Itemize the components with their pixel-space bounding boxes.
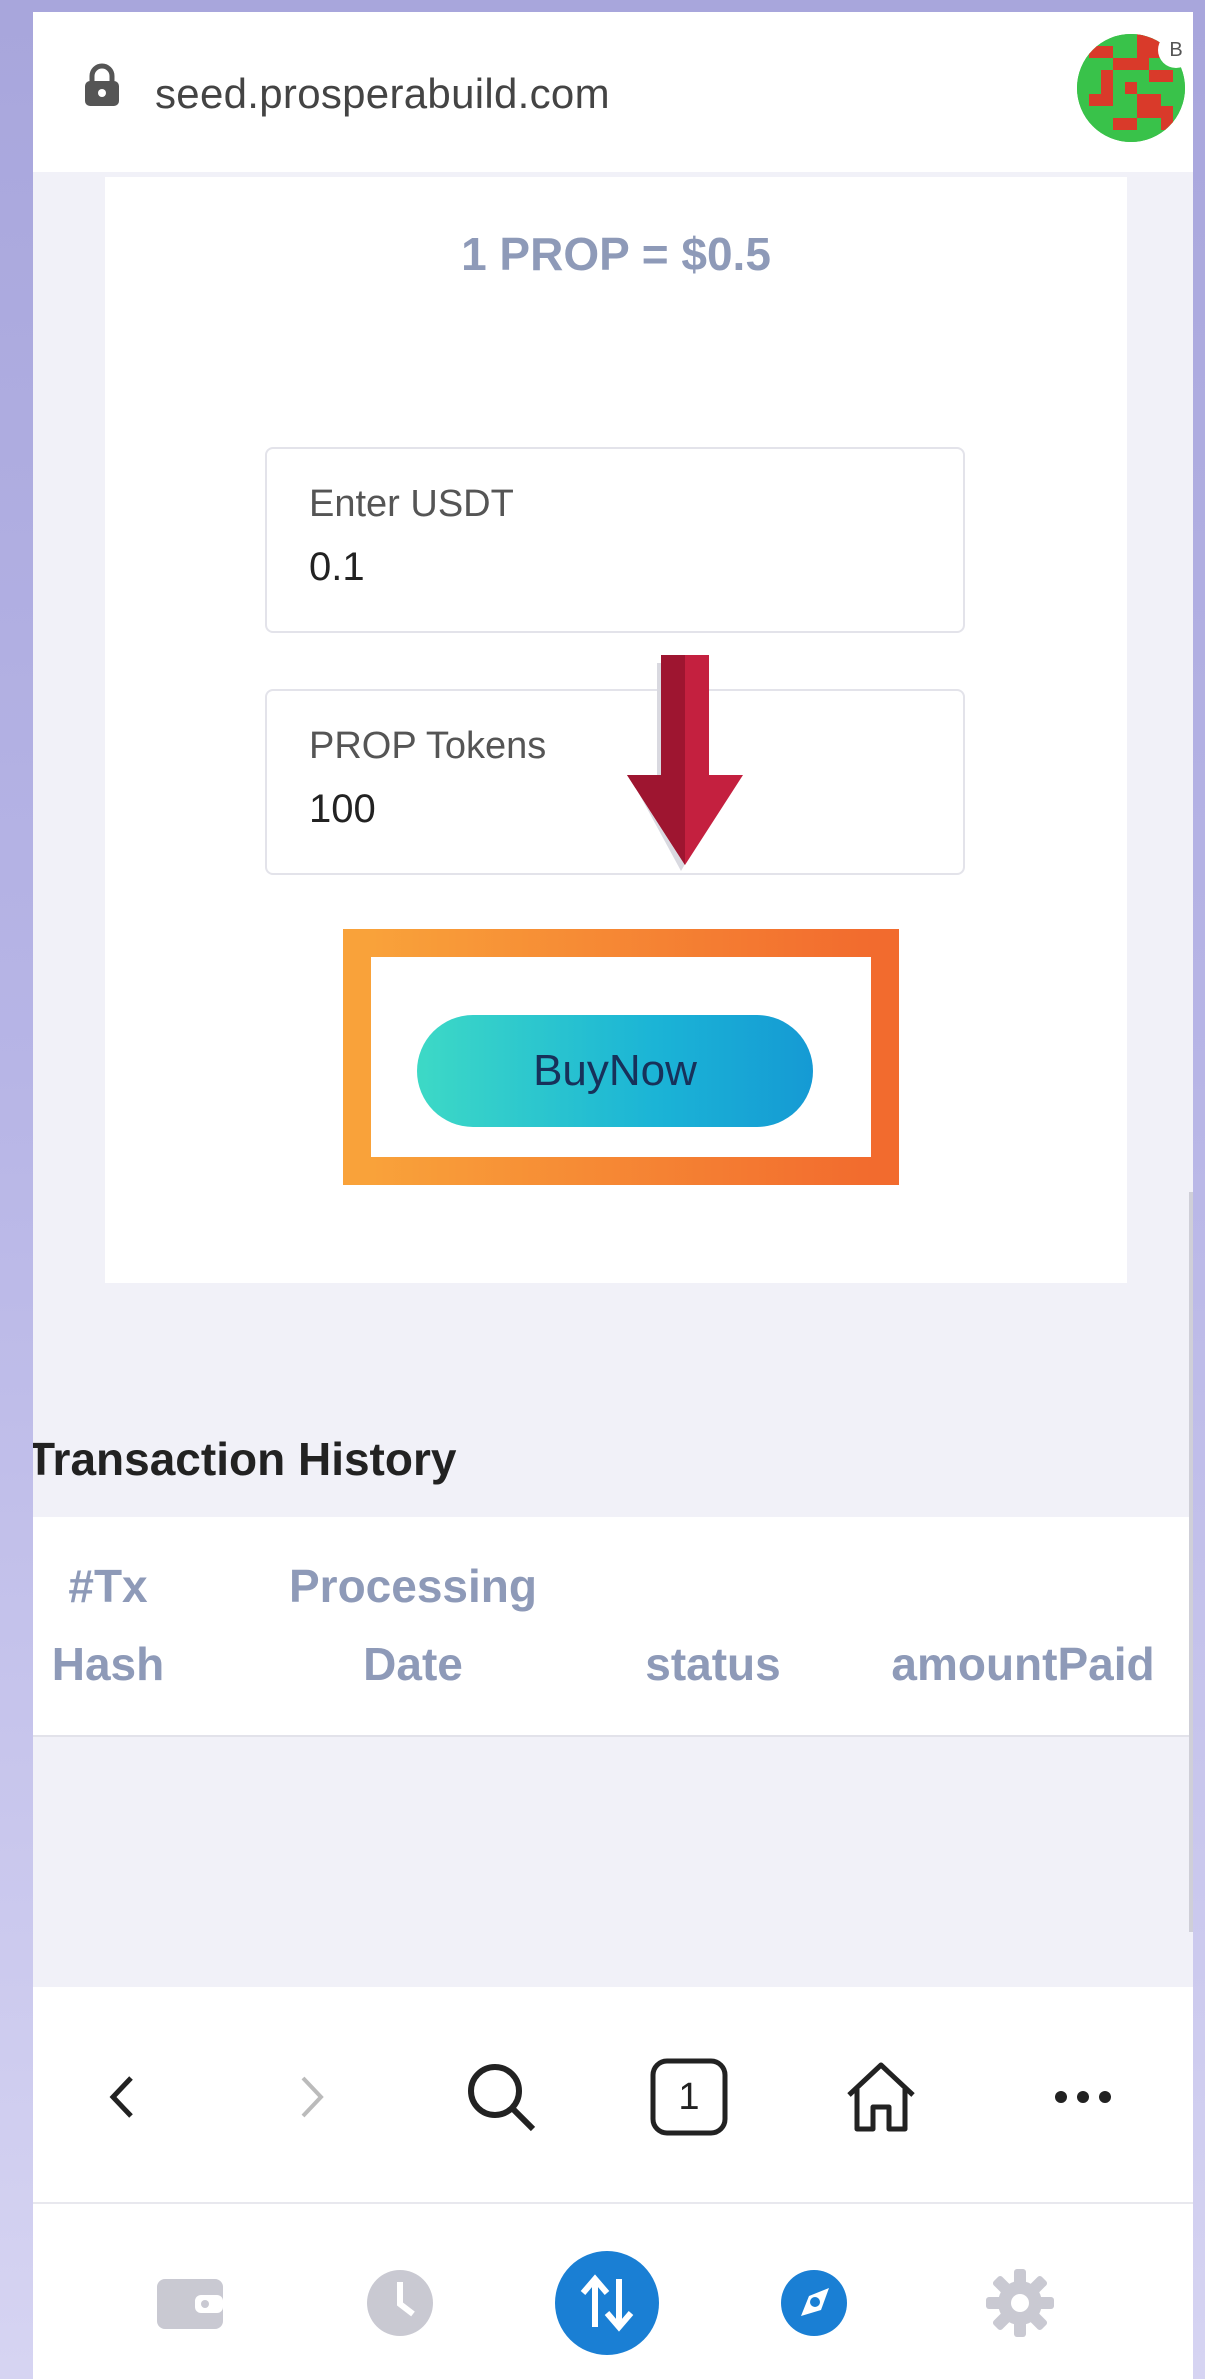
wallet-icon <box>157 2279 223 2329</box>
search-button[interactable] <box>451 2047 551 2147</box>
usdt-input-field[interactable]: Enter USDT 0.1 <box>265 447 965 633</box>
forward-button[interactable] <box>261 2047 361 2147</box>
tab-swap[interactable] <box>552 2248 662 2358</box>
transaction-table: #Tx Hash Processing Date status amountPa… <box>33 1517 1193 1737</box>
avatar-badge: B <box>1158 32 1193 68</box>
down-arrow-icon <box>627 655 743 871</box>
browser-url-bar[interactable]: seed.prosperabuild.com B <box>33 12 1193 172</box>
lock-icon <box>85 63 119 106</box>
tab-settings[interactable] <box>965 2248 1075 2358</box>
vertical-scrollbar[interactable] <box>1189 1192 1193 1932</box>
forward-icon <box>301 2076 324 2118</box>
settings-icon <box>986 2269 1054 2337</box>
home-icon <box>847 2062 915 2132</box>
history-icon <box>367 2270 433 2336</box>
more-icon <box>1055 2091 1111 2103</box>
back-icon <box>109 2076 133 2118</box>
column-tx-hash: #Tx Hash <box>51 1560 165 1690</box>
discover-icon <box>781 2270 847 2336</box>
column-amount-paid: amountPaid <box>891 1638 1155 1690</box>
prop-field-label: PROP Tokens <box>309 725 547 767</box>
phone-screen: seed.prosperabuild.com B 1 PROP = $0.5 E… <box>33 12 1193 2379</box>
usdt-field-value[interactable]: 0.1 <box>309 545 365 590</box>
usdt-field-label: Enter USDT <box>309 483 514 525</box>
url-text[interactable]: seed.prosperabuild.com <box>155 70 610 118</box>
column-status: status <box>645 1638 781 1690</box>
prop-tokens-field[interactable]: PROP Tokens 100 <box>265 689 965 875</box>
search-icon <box>468 2064 536 2132</box>
exchange-rate: 1 PROP = $0.5 <box>461 228 771 280</box>
prop-field-value[interactable]: 100 <box>309 787 376 832</box>
tab-history[interactable] <box>345 2248 455 2358</box>
wallet-tab-bar <box>33 2204 1193 2379</box>
home-button[interactable] <box>831 2047 931 2147</box>
buy-now-button[interactable]: BuyNow <box>417 1015 813 1127</box>
transaction-history-title: Transaction History <box>33 1433 457 1485</box>
tabs-button[interactable]: 1 <box>639 2047 739 2147</box>
tab-wallet[interactable] <box>135 2248 245 2358</box>
tab-discover[interactable] <box>759 2248 869 2358</box>
column-processing-date: Processing Date <box>289 1560 537 1690</box>
tab-count: 1 <box>678 2075 700 2118</box>
more-button[interactable] <box>1033 2047 1133 2147</box>
browser-nav-bar: 1 <box>33 1987 1193 2204</box>
swap-icon <box>555 2251 659 2355</box>
back-button[interactable] <box>73 2047 173 2147</box>
purchase-card: 1 PROP = $0.5 Enter USDT 0.1 PROP Tokens… <box>105 177 1127 1283</box>
